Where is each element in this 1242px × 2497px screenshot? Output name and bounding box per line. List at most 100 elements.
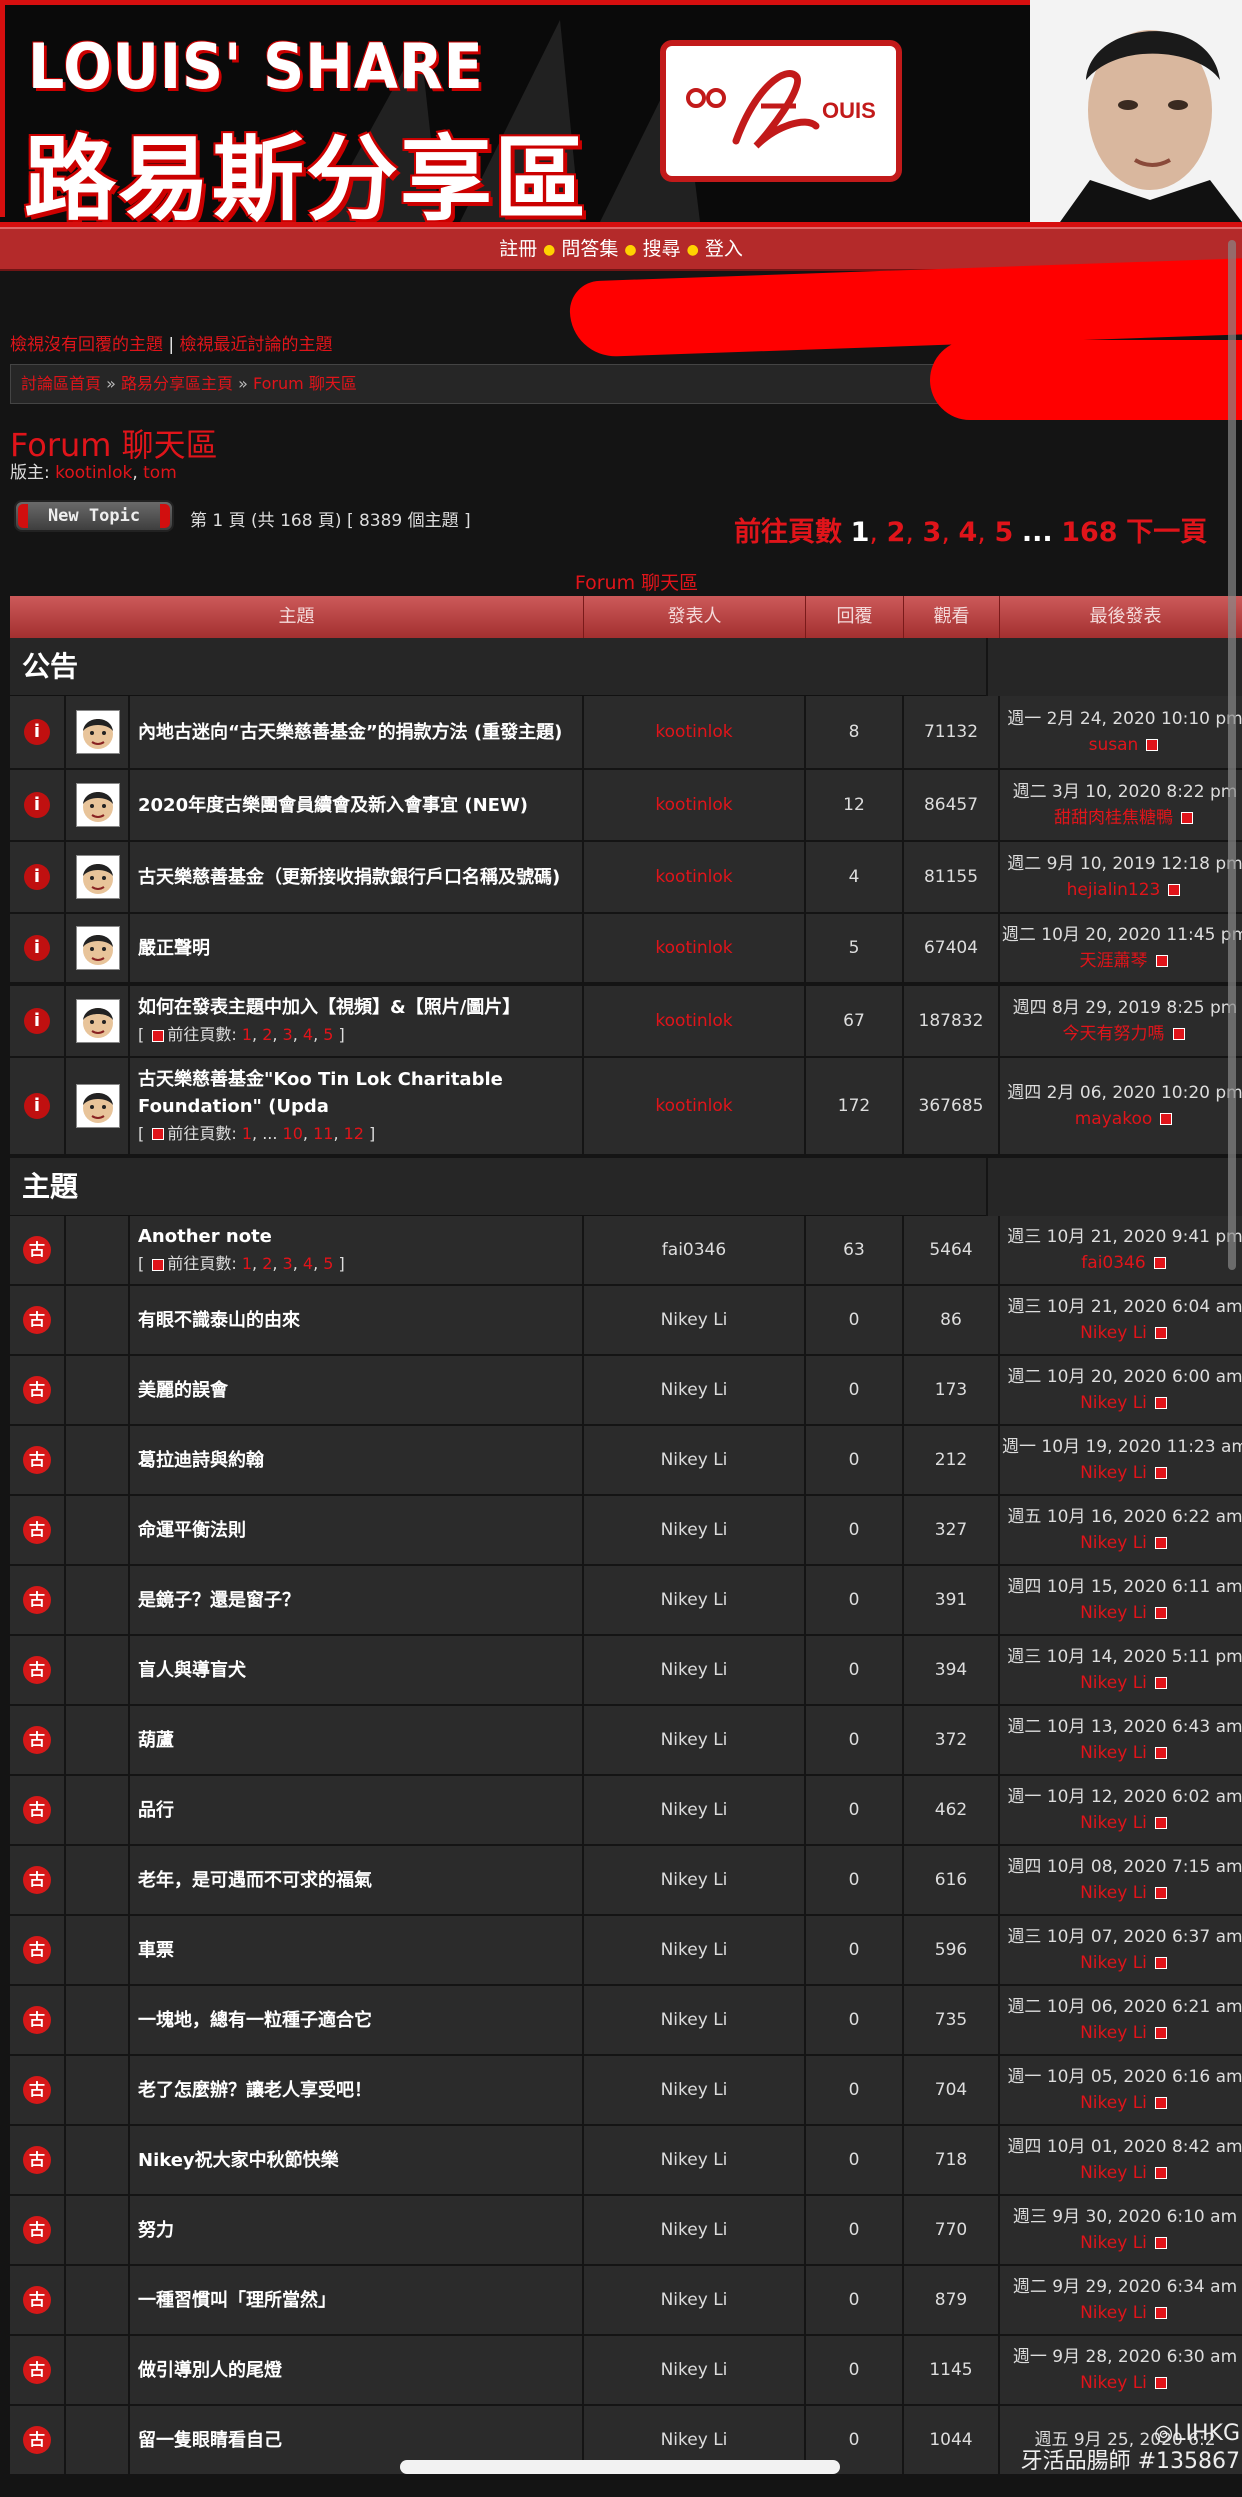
last-post-user[interactable]: Nikey Li: [1080, 1953, 1147, 1973]
topic-page-link[interactable]: 3: [283, 1025, 293, 1044]
breadcrumb-forum[interactable]: Forum 聊天區: [253, 374, 357, 393]
author-link[interactable]: Nikey Li: [661, 1730, 728, 1750]
last-post-user[interactable]: Nikey Li: [1080, 1323, 1147, 1343]
topic-title-link[interactable]: 車票: [138, 1937, 582, 1964]
topic-title-link[interactable]: 古天樂慈善基金"Koo Tin Lok Charitable Foundatio…: [138, 1066, 582, 1120]
topic-title-link[interactable]: 一塊地，總有一粒種子適合它: [138, 2007, 582, 2034]
topic-title-link[interactable]: 命運平衡法則: [138, 1517, 582, 1544]
topic-page-link[interactable]: 2: [262, 1025, 272, 1044]
topic-title-link[interactable]: 留一隻眼睛看自己: [138, 2427, 582, 2454]
moderator-link[interactable]: tom: [143, 463, 177, 483]
view-unanswered-link[interactable]: 檢視沒有回覆的主題: [10, 335, 163, 355]
last-post-user[interactable]: Nikey Li: [1080, 2233, 1147, 2253]
page-link[interactable]: 2: [887, 517, 906, 548]
author-link[interactable]: Nikey Li: [661, 1800, 728, 1820]
site-banner[interactable]: LOUIS' SHARE 路易斯分享區 OUIS: [0, 0, 1242, 228]
view-latest-post-icon[interactable]: [1154, 1817, 1167, 1829]
last-post-user[interactable]: Nikey Li: [1080, 1813, 1147, 1833]
new-topic-button[interactable]: New Topic: [14, 500, 174, 532]
home-indicator[interactable]: [400, 2460, 840, 2474]
last-post-user[interactable]: Nikey Li: [1080, 2023, 1147, 2043]
topic-page-link[interactable]: 4: [303, 1254, 313, 1273]
topic-page-link[interactable]: 3: [283, 1254, 293, 1273]
topic-page-link[interactable]: 1: [242, 1124, 252, 1143]
author-link[interactable]: Nikey Li: [661, 2360, 728, 2380]
author-link[interactable]: Nikey Li: [661, 1380, 728, 1400]
last-post-user[interactable]: Nikey Li: [1080, 2303, 1147, 2323]
last-post-user[interactable]: fai0346: [1081, 1253, 1145, 1273]
view-latest-post-icon[interactable]: [1154, 2377, 1167, 2389]
view-latest-post-icon[interactable]: [1153, 1257, 1166, 1269]
last-post-user[interactable]: Nikey Li: [1080, 1673, 1147, 1693]
author-link[interactable]: Nikey Li: [661, 1660, 728, 1680]
author-link[interactable]: kootinlok: [655, 795, 732, 815]
view-latest-post-icon[interactable]: [1154, 1397, 1167, 1409]
topic-page-link[interactable]: 5: [323, 1254, 333, 1273]
last-post-user[interactable]: 今天有努力嗎: [1063, 1024, 1165, 1044]
page-link-last[interactable]: 168: [1061, 517, 1117, 548]
view-latest-post-icon[interactable]: [1160, 1113, 1173, 1125]
view-latest-post-icon[interactable]: [1154, 2097, 1167, 2109]
view-latest-post-icon[interactable]: [1154, 1607, 1167, 1619]
last-post-user[interactable]: Nikey Li: [1080, 2373, 1147, 2393]
last-post-user[interactable]: 甜甜肉桂焦糖鴨: [1054, 808, 1173, 828]
last-post-user[interactable]: Nikey Li: [1080, 1393, 1147, 1413]
view-latest-post-icon[interactable]: [1155, 955, 1168, 967]
breadcrumb-home[interactable]: 討論區首頁: [21, 374, 101, 393]
author-link[interactable]: fai0346: [662, 1240, 726, 1260]
author-link[interactable]: kootinlok: [655, 867, 732, 887]
page-link[interactable]: 3: [923, 517, 942, 548]
next-page-link[interactable]: 下一頁: [1126, 517, 1207, 548]
last-post-user[interactable]: mayakoo: [1075, 1109, 1153, 1129]
topic-page-link[interactable]: 2: [262, 1254, 272, 1273]
view-latest-post-icon[interactable]: [1154, 1467, 1167, 1479]
author-link[interactable]: Nikey Li: [661, 1310, 728, 1330]
author-link[interactable]: kootinlok: [655, 1096, 732, 1116]
author-link[interactable]: kootinlok: [655, 938, 732, 958]
last-post-user[interactable]: Nikey Li: [1080, 2163, 1147, 2183]
author-link[interactable]: Nikey Li: [661, 2430, 728, 2450]
last-post-user[interactable]: hejialin123: [1067, 880, 1161, 900]
topic-title-link[interactable]: Another note: [138, 1223, 582, 1250]
view-latest-post-icon[interactable]: [1168, 884, 1181, 896]
last-post-user[interactable]: Nikey Li: [1080, 1463, 1147, 1483]
last-post-user[interactable]: Nikey Li: [1080, 1603, 1147, 1623]
nav-faq[interactable]: 問答集: [561, 238, 618, 260]
topic-title-link[interactable]: Nikey祝大家中秋節快樂: [138, 2147, 582, 2174]
nav-login[interactable]: 登入: [705, 238, 743, 260]
topic-page-link[interactable]: 11: [313, 1124, 333, 1143]
view-latest-post-icon[interactable]: [1154, 1957, 1167, 1969]
moderator-link[interactable]: kootinlok: [55, 463, 132, 483]
view-latest-post-icon[interactable]: [1154, 2237, 1167, 2249]
author-link[interactable]: Nikey Li: [661, 2290, 728, 2310]
topic-title-link[interactable]: 如何在發表主題中加入【視頻】&【照片/圖片】: [138, 994, 582, 1021]
topic-title-link[interactable]: 美麗的誤會: [138, 1377, 582, 1404]
topic-page-link[interactable]: 12: [344, 1124, 364, 1143]
author-link[interactable]: Nikey Li: [661, 2150, 728, 2170]
last-post-user[interactable]: Nikey Li: [1080, 1533, 1147, 1553]
view-latest-post-icon[interactable]: [1154, 2167, 1167, 2179]
breadcrumb-share[interactable]: 路易分享區主頁: [121, 374, 233, 393]
topic-page-link[interactable]: 4: [303, 1025, 313, 1044]
nav-search[interactable]: 搜尋: [643, 238, 681, 260]
topic-title-link[interactable]: 古天樂慈善基金（更新接收捐款銀行戶口名稱及號碼): [138, 864, 582, 891]
topic-title-link[interactable]: 品行: [138, 1797, 582, 1824]
topic-title-link[interactable]: 努力: [138, 2217, 582, 2244]
last-post-user[interactable]: susan: [1089, 735, 1139, 755]
topic-page-link[interactable]: 5: [323, 1025, 333, 1044]
view-latest-post-icon[interactable]: [1154, 1887, 1167, 1899]
topic-page-link[interactable]: 1: [242, 1254, 252, 1273]
page-link[interactable]: 4: [959, 517, 978, 548]
last-post-user[interactable]: Nikey Li: [1080, 1883, 1147, 1903]
topic-title-link[interactable]: 老了怎麼辦？讓老人享受吧！: [138, 2077, 582, 2104]
author-link[interactable]: Nikey Li: [661, 1940, 728, 1960]
view-latest-post-icon[interactable]: [1154, 2307, 1167, 2319]
author-link[interactable]: Nikey Li: [661, 1590, 728, 1610]
topic-title-link[interactable]: 有眼不識泰山的由來: [138, 1307, 582, 1334]
view-latest-post-icon[interactable]: [1154, 1677, 1167, 1689]
topic-title-link[interactable]: 盲人與導盲犬: [138, 1657, 582, 1684]
last-post-user[interactable]: 天涯蕭琴: [1080, 951, 1148, 971]
view-recent-link[interactable]: 檢視最近討論的主題: [180, 335, 333, 355]
author-link[interactable]: Nikey Li: [661, 1520, 728, 1540]
topic-page-link[interactable]: 10: [283, 1124, 303, 1143]
